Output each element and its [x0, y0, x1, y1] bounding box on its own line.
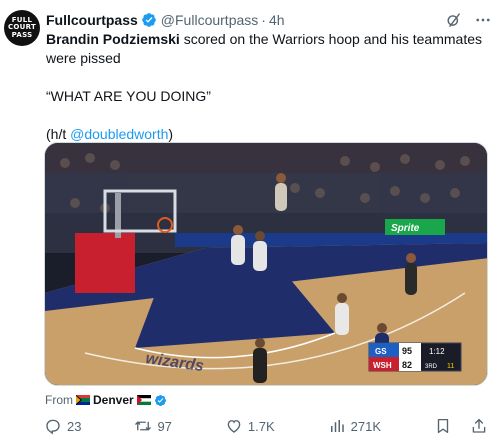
- reply-button[interactable]: 23: [44, 417, 81, 435]
- reply-count: 23: [67, 418, 82, 434]
- grok-icon[interactable]: [444, 11, 462, 29]
- bookmark-icon[interactable]: [434, 417, 452, 435]
- period-label: 3RD: [425, 364, 438, 370]
- views-button[interactable]: 271K: [328, 417, 381, 435]
- shot-clock: 11: [447, 363, 454, 370]
- tweet-quote: “WHAT ARE YOU DOING”: [46, 88, 211, 104]
- avatar-line-3: PASS: [11, 30, 33, 39]
- game-clock: 1:12: [429, 347, 445, 356]
- team1-score: 95: [402, 346, 412, 356]
- separator-dot: ·: [261, 12, 266, 28]
- team1-label: GS: [375, 347, 387, 356]
- tweet-header: Fullcourtpass @Fullcourtpass · 4h: [46, 9, 492, 31]
- share-icon[interactable]: [470, 417, 488, 435]
- from-label: From: [45, 393, 73, 407]
- retweet-button[interactable]: 97: [134, 417, 172, 435]
- mention-link[interactable]: @doubledworth: [70, 126, 168, 142]
- avatar[interactable]: FULL COURT PASS: [4, 10, 40, 46]
- timestamp[interactable]: 4h: [269, 12, 285, 28]
- retweet-count: 97: [157, 418, 172, 434]
- palestine-flag-icon: [136, 395, 151, 405]
- reply-icon: [46, 419, 60, 435]
- scoreboard: GS WSH 95 82 1:12 3RD 11: [368, 342, 462, 372]
- like-count: 1.7K: [247, 418, 275, 434]
- player-name: Brandin Podziemski: [46, 31, 180, 47]
- source-line: From Denver: [45, 393, 167, 407]
- game-still-image: Sprite wizards GS WSH 95 82 1:12 3RD 11: [45, 143, 487, 385]
- source-place[interactable]: Denver: [93, 393, 134, 407]
- stanchion-pad: [75, 233, 135, 293]
- retweet-icon: [135, 421, 152, 431]
- ht-suffix: ): [168, 126, 174, 142]
- team2-label: WSH: [373, 361, 392, 370]
- heart-icon: [227, 420, 241, 433]
- south-africa-flag-icon: [76, 395, 90, 405]
- tweet-text: Brandin Podziemski scored on the Warrior…: [46, 30, 486, 144]
- user-handle[interactable]: @Fullcourtpass: [161, 12, 258, 28]
- display-name[interactable]: Fullcourtpass: [46, 12, 138, 28]
- sponsor-label: Sprite: [391, 223, 420, 234]
- action-bar: 23 97 1.7K 271K: [44, 416, 488, 436]
- ht-prefix: (h/t: [46, 126, 71, 142]
- views-chart-icon: [330, 420, 344, 432]
- video-media[interactable]: Sprite wizards GS WSH 95 82 1:12 3RD 11: [44, 142, 488, 386]
- team2-score: 82: [402, 360, 412, 370]
- more-options-icon[interactable]: [474, 11, 492, 29]
- verified-badge-icon: [141, 13, 156, 27]
- like-button[interactable]: 1.7K: [225, 417, 275, 435]
- view-count: 271K: [350, 418, 382, 434]
- verified-place-icon: [154, 394, 166, 406]
